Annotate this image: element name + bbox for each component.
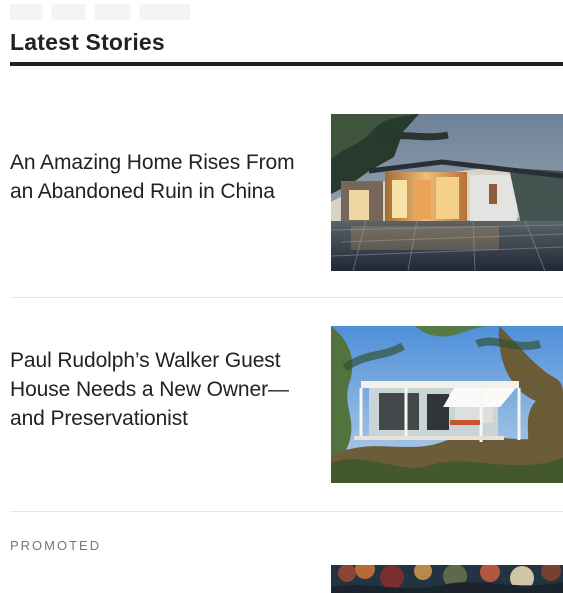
- promoted-story-photo-icon: [331, 565, 563, 593]
- house-ruin-china-photo-icon: [331, 114, 563, 271]
- story-thumbnail-link-1[interactable]: [331, 114, 563, 271]
- latest-stories-header: Latest Stories: [10, 28, 563, 66]
- walker-guest-house-photo-icon: [331, 326, 563, 483]
- story-item-2: Paul Rudolph’s Walker Guest House Needs …: [10, 326, 563, 512]
- promoted-label: PROMOTED: [10, 538, 102, 553]
- story-thumbnail-link-2[interactable]: [331, 326, 563, 483]
- story-item-1: An Amazing Home Rises From an Abandoned …: [10, 114, 563, 298]
- story-headline-link-2[interactable]: Paul Rudolph’s Walker Guest House Needs …: [10, 346, 312, 433]
- section-title: Latest Stories: [10, 29, 165, 55]
- story-headline-link-1[interactable]: An Amazing Home Rises From an Abandoned …: [10, 148, 312, 206]
- promoted-thumbnail-link[interactable]: [331, 565, 563, 593]
- faded-header-artifact: [10, 4, 190, 20]
